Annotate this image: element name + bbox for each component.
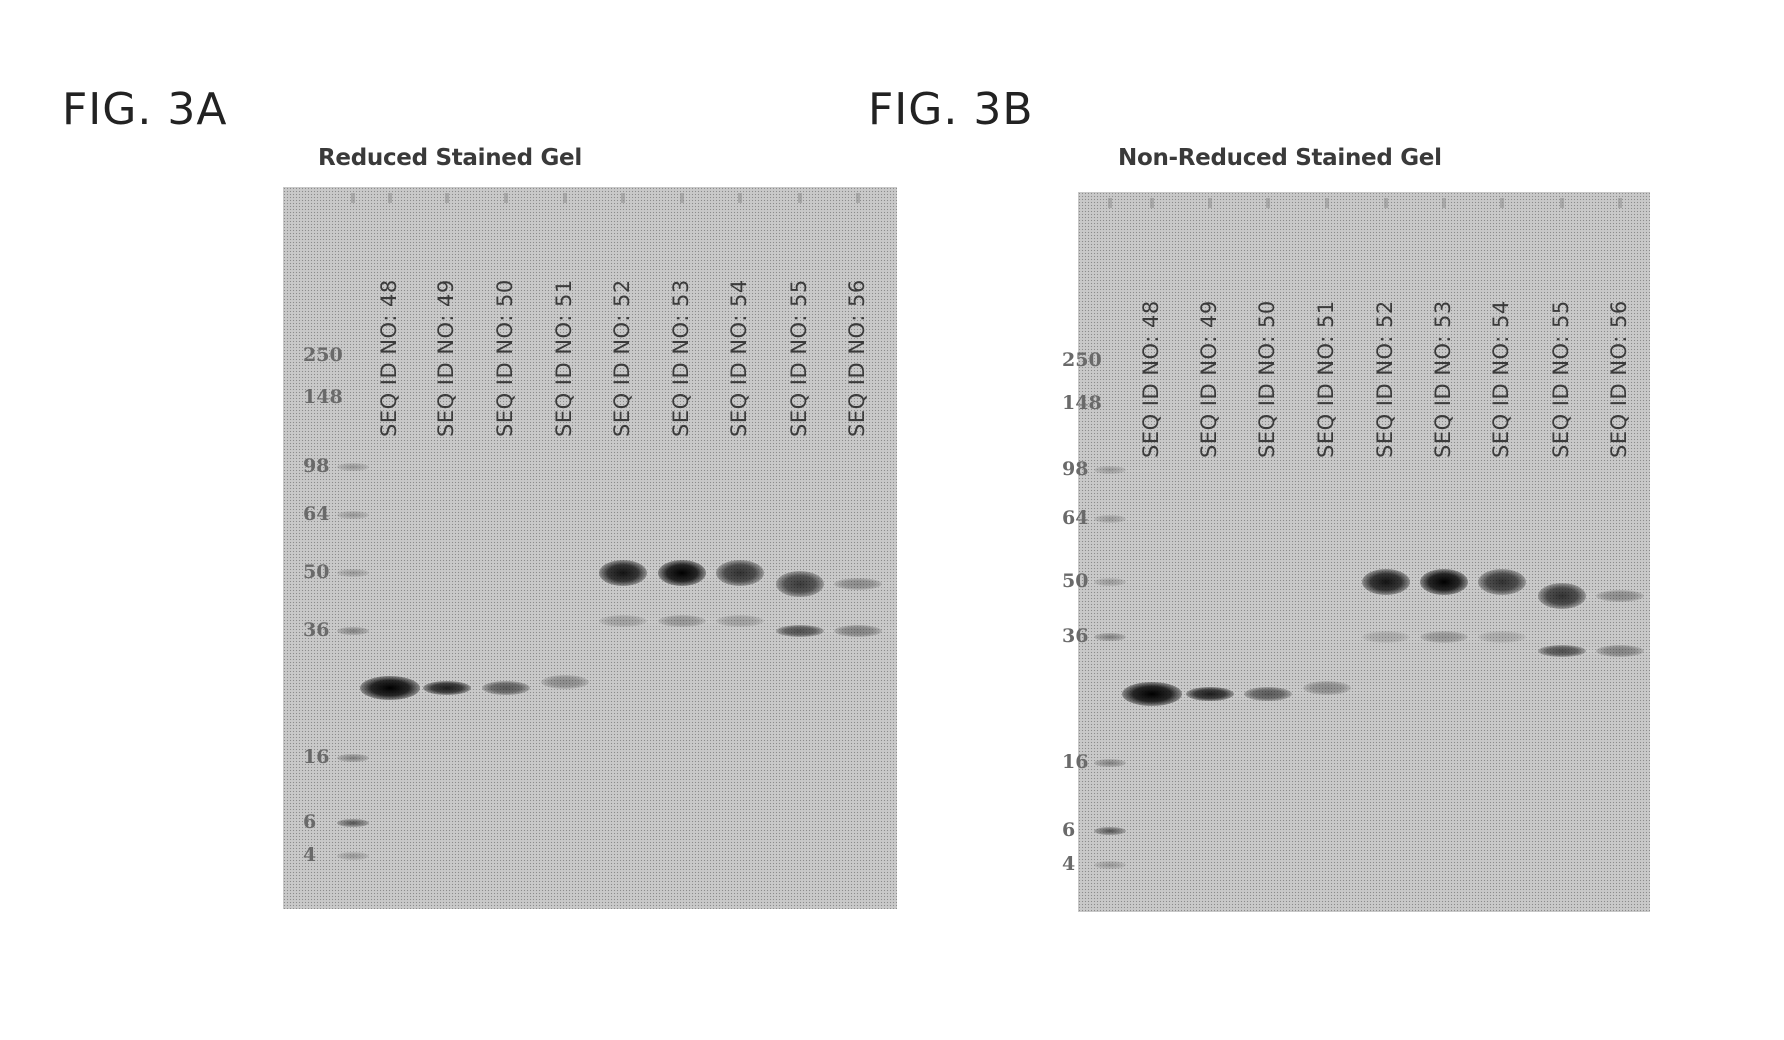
- gel-well: [1500, 198, 1504, 208]
- gel-well: [351, 193, 355, 203]
- gel-well: [1560, 198, 1564, 208]
- gel-well: [1384, 198, 1388, 208]
- lane-label: SEQ ID NO: 55: [787, 279, 811, 437]
- marker-label: 50: [1062, 570, 1089, 592]
- figure-label-3a: FIG. 3A: [62, 84, 228, 135]
- gel-title-non-reduced: Non-Reduced Stained Gel: [1118, 145, 1442, 171]
- lane-label: SEQ ID NO: 50: [1255, 300, 1279, 458]
- marker-label: 98: [303, 455, 330, 477]
- gel-well: [1618, 198, 1622, 208]
- sample-band: [658, 560, 706, 586]
- marker-label: 64: [303, 503, 330, 525]
- sample-band: [1538, 582, 1586, 609]
- lane-label: SEQ ID NO: 54: [1489, 300, 1513, 458]
- lane-label: SEQ ID NO: 55: [1549, 300, 1573, 458]
- gel-well: [563, 193, 567, 203]
- lane-label: SEQ ID NO: 52: [610, 279, 634, 437]
- ladder-band: [337, 569, 369, 577]
- sample-band: [1478, 569, 1526, 595]
- lane-label: SEQ ID NO: 56: [845, 279, 869, 437]
- lane-label: SEQ ID NO: 54: [727, 279, 751, 437]
- sample-band: [1478, 631, 1526, 643]
- figure-label-3b: FIG. 3B: [868, 84, 1034, 135]
- gel-well: [1208, 198, 1212, 208]
- sample-band: [541, 674, 589, 689]
- sample-band: [716, 560, 764, 586]
- gel-well: [856, 193, 860, 203]
- sample-band: [834, 577, 882, 590]
- sample-band: [1362, 631, 1410, 643]
- sample-band: [776, 625, 824, 637]
- sample-band: [776, 570, 824, 597]
- gel-well: [1325, 198, 1329, 208]
- ladder-band: [337, 852, 369, 860]
- marker-label: 50: [303, 561, 330, 583]
- sample-band: [1420, 569, 1468, 595]
- gel-well: [1442, 198, 1446, 208]
- lane-label: SEQ ID NO: 56: [1607, 300, 1631, 458]
- lane-label: SEQ ID NO: 48: [1139, 300, 1163, 458]
- marker-label: 4: [303, 844, 317, 866]
- sample-band: [1303, 680, 1351, 695]
- ladder-band: [1094, 827, 1126, 835]
- ladder-band: [1094, 578, 1126, 586]
- marker-label: 250: [303, 344, 343, 366]
- ladder-band: [337, 511, 369, 519]
- gel-well: [388, 193, 392, 203]
- gel-well: [445, 193, 449, 203]
- marker-label: 148: [1062, 392, 1102, 414]
- marker-label: 4: [1062, 853, 1076, 875]
- ladder-band: [1094, 633, 1126, 641]
- gel-well: [798, 193, 802, 203]
- marker-label: 6: [1062, 819, 1076, 841]
- sample-band: [1420, 631, 1468, 643]
- lane-label: SEQ ID NO: 53: [669, 279, 693, 437]
- sample-band: [1186, 686, 1234, 701]
- marker-label: 36: [1062, 625, 1089, 647]
- ladder-band: [337, 754, 369, 762]
- sample-band: [423, 681, 471, 696]
- gel-well: [1108, 198, 1112, 208]
- gel-well: [621, 193, 625, 203]
- lane-label: SEQ ID NO: 53: [1431, 300, 1455, 458]
- sample-band: [1244, 686, 1292, 701]
- sample-band: [1596, 589, 1644, 602]
- lane-label: SEQ ID NO: 50: [493, 279, 517, 437]
- sample-band: [599, 560, 647, 586]
- ladder-band: [1094, 515, 1126, 523]
- sample-band: [1538, 644, 1586, 657]
- ladder-band: [337, 463, 369, 471]
- marker-label: 148: [303, 386, 343, 408]
- marker-label: 16: [1062, 751, 1089, 773]
- gel-well: [504, 193, 508, 203]
- sample-band: [360, 676, 420, 701]
- lane-label: SEQ ID NO: 51: [552, 279, 576, 437]
- marker-label: 98: [1062, 458, 1089, 480]
- sample-band: [1122, 681, 1182, 706]
- ladder-band: [337, 819, 369, 827]
- marker-label: 6: [303, 811, 317, 833]
- marker-label: 250: [1062, 349, 1102, 371]
- ladder-band: [1094, 466, 1126, 474]
- gel-well: [1150, 198, 1154, 208]
- ladder-band: [337, 627, 369, 635]
- sample-band: [1596, 644, 1644, 657]
- gel-title-reduced: Reduced Stained Gel: [318, 145, 582, 171]
- ladder-band: [1094, 759, 1126, 767]
- sample-band: [1362, 569, 1410, 595]
- gel-well: [680, 193, 684, 203]
- gel-well: [1266, 198, 1270, 208]
- gel-well: [738, 193, 742, 203]
- sample-band: [834, 625, 882, 637]
- marker-label: 36: [303, 619, 330, 641]
- lane-label: SEQ ID NO: 52: [1373, 300, 1397, 458]
- lane-label: SEQ ID NO: 48: [377, 279, 401, 437]
- marker-label: 64: [1062, 507, 1089, 529]
- lane-label: SEQ ID NO: 49: [1197, 300, 1221, 458]
- lane-label: SEQ ID NO: 51: [1314, 300, 1338, 458]
- lane-label: SEQ ID NO: 49: [434, 279, 458, 437]
- marker-label: 16: [303, 746, 330, 768]
- ladder-band: [1094, 861, 1126, 869]
- sample-band: [482, 681, 530, 696]
